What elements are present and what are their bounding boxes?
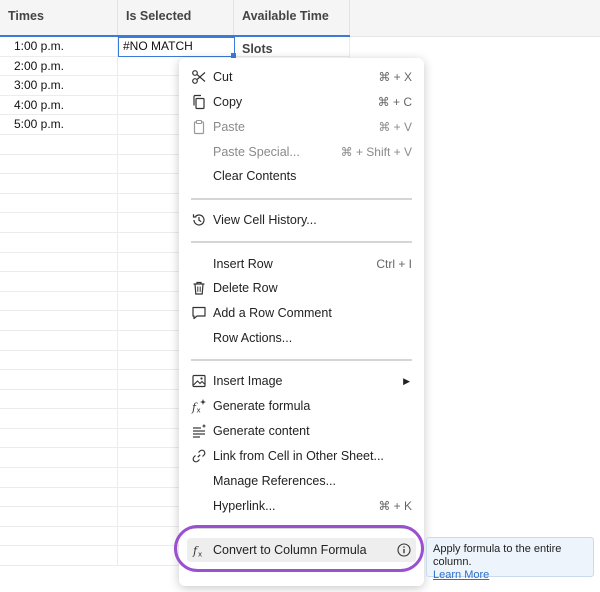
cell-time[interactable]: 5:00 p.m. — [0, 115, 118, 135]
menu-item-label: Delete Row — [213, 281, 278, 295]
cell-time[interactable] — [0, 370, 118, 390]
menu-item-paste-special[interactable]: Paste Special... ⌘ + Shift + V — [179, 140, 424, 164]
clipboard-icon — [191, 119, 207, 135]
cell-time[interactable] — [0, 389, 118, 410]
cell-time[interactable] — [0, 507, 118, 527]
tooltip-text: Apply formula to the entire column. — [433, 543, 562, 568]
column-header-is-selected[interactable]: Is Selected — [118, 0, 234, 37]
menu-item-label: Paste — [213, 120, 245, 134]
svg-text:x: x — [197, 407, 201, 415]
menu-item-label: Clear Contents — [213, 169, 297, 183]
cell-time[interactable] — [0, 134, 118, 155]
menu-item-label: Paste Special... — [213, 145, 300, 159]
grid-header: Times Is Selected Available Time Slots — [0, 0, 600, 56]
menu-item-label: Cut — [213, 70, 233, 84]
cell-time[interactable] — [0, 487, 118, 508]
cell-time[interactable] — [0, 468, 118, 488]
menu-item-add-row-comment[interactable]: Add a Row Comment — [179, 301, 424, 325]
learn-more-link[interactable]: Learn More — [433, 569, 587, 582]
shortcut-label: ⌘ + V — [378, 120, 412, 134]
cell-time[interactable] — [0, 232, 118, 253]
cell-time[interactable] — [0, 291, 118, 312]
cell-time[interactable] — [0, 448, 118, 469]
cell-time[interactable] — [0, 330, 118, 351]
menu-item-clear-contents[interactable]: Clear Contents — [179, 164, 424, 188]
cell-time[interactable] — [0, 272, 118, 292]
menu-item-label: Add a Row Comment — [213, 306, 332, 320]
cell-time[interactable] — [0, 193, 118, 214]
menu-item-label: Copy — [213, 95, 243, 109]
cell-time[interactable]: 2:00 p.m. — [0, 56, 118, 77]
menu-item-label: Generate content — [213, 424, 310, 438]
menu-item-label: Hyperlink... — [213, 499, 276, 513]
menu-separator — [191, 198, 412, 200]
menu-separator — [191, 359, 412, 361]
shortcut-label: ⌘ + Shift + V — [340, 145, 412, 159]
ai-formula-icon: fx — [191, 398, 207, 414]
trash-icon — [191, 280, 207, 296]
cell-time[interactable] — [0, 154, 118, 175]
menu-item-link-from-cell[interactable]: Link from Cell in Other Sheet... — [179, 444, 424, 468]
cell-time[interactable] — [0, 174, 118, 194]
menu-item-generate-content[interactable]: Generate content — [179, 419, 424, 443]
menu-item-row-actions[interactable]: Row Actions... — [179, 326, 424, 350]
cell-time[interactable] — [0, 409, 118, 429]
menu-item-view-cell-history[interactable]: View Cell History... — [179, 208, 424, 232]
menu-item-label: Manage References... — [213, 474, 336, 488]
shortcut-label: ⌘ + X — [378, 70, 412, 84]
ai-text-icon — [191, 423, 207, 439]
cell-time[interactable]: 4:00 p.m. — [0, 95, 118, 116]
history-icon — [191, 212, 207, 228]
menu-item-label: Generate formula — [213, 399, 311, 413]
menu-item-delete-row[interactable]: Delete Row — [179, 276, 424, 300]
menu-item-label: Row Actions... — [213, 331, 293, 345]
column-header-available-time-slots[interactable]: Available Time Slots — [234, 0, 350, 56]
column-header-times[interactable]: Times — [0, 0, 118, 37]
cell-time[interactable] — [0, 428, 118, 449]
menu-item-hyperlink[interactable]: Hyperlink... ⌘ + K — [179, 494, 424, 518]
menu-item-label: Link from Cell in Other Sheet... — [213, 449, 384, 463]
cell-time[interactable]: 3:00 p.m. — [0, 76, 118, 96]
menu-item-insert-image[interactable]: Insert Image ▶ — [179, 369, 424, 393]
submenu-arrow-icon: ▶ — [403, 376, 410, 386]
scissors-icon — [191, 69, 207, 85]
shortcut-label: ⌘ + C — [377, 95, 412, 109]
cell-time[interactable]: 1:00 p.m. — [0, 37, 118, 57]
info-tooltip: Apply formula to the entire column. Lear… — [426, 537, 594, 581]
cell-time[interactable] — [0, 213, 118, 233]
menu-item-manage-references[interactable]: Manage References... — [179, 469, 424, 493]
cell-time[interactable] — [0, 546, 118, 567]
shortcut-label: Ctrl + I — [376, 257, 412, 271]
copy-icon — [191, 94, 207, 110]
menu-item-generate-formula[interactable]: fx Generate formula — [179, 394, 424, 418]
menu-item-label: Insert Row — [213, 257, 273, 271]
link-icon — [191, 448, 207, 464]
active-cell[interactable]: #NO MATCH — [118, 37, 235, 57]
cell-time[interactable] — [0, 526, 118, 547]
highlight-annotation-ring — [174, 525, 424, 572]
menu-item-copy[interactable]: Copy ⌘ + C — [179, 90, 424, 114]
menu-item-label: Insert Image — [213, 374, 283, 388]
menu-item-label: View Cell History... — [213, 213, 317, 227]
image-icon — [191, 373, 207, 389]
menu-separator — [191, 241, 412, 243]
menu-item-cut[interactable]: Cut ⌘ + X — [179, 65, 424, 89]
menu-item-insert-row[interactable]: Insert Row Ctrl + I — [179, 252, 424, 276]
comment-icon — [191, 305, 207, 321]
context-menu: Cut ⌘ + X Copy ⌘ + C Paste ⌘ + V Paste S… — [179, 58, 424, 586]
menu-item-paste[interactable]: Paste ⌘ + V — [179, 115, 424, 139]
shortcut-label: ⌘ + K — [378, 499, 412, 513]
cell-available-slot[interactable] — [234, 37, 350, 57]
cell-time[interactable] — [0, 311, 118, 331]
cell-time[interactable] — [0, 350, 118, 371]
cell-time[interactable] — [0, 252, 118, 273]
